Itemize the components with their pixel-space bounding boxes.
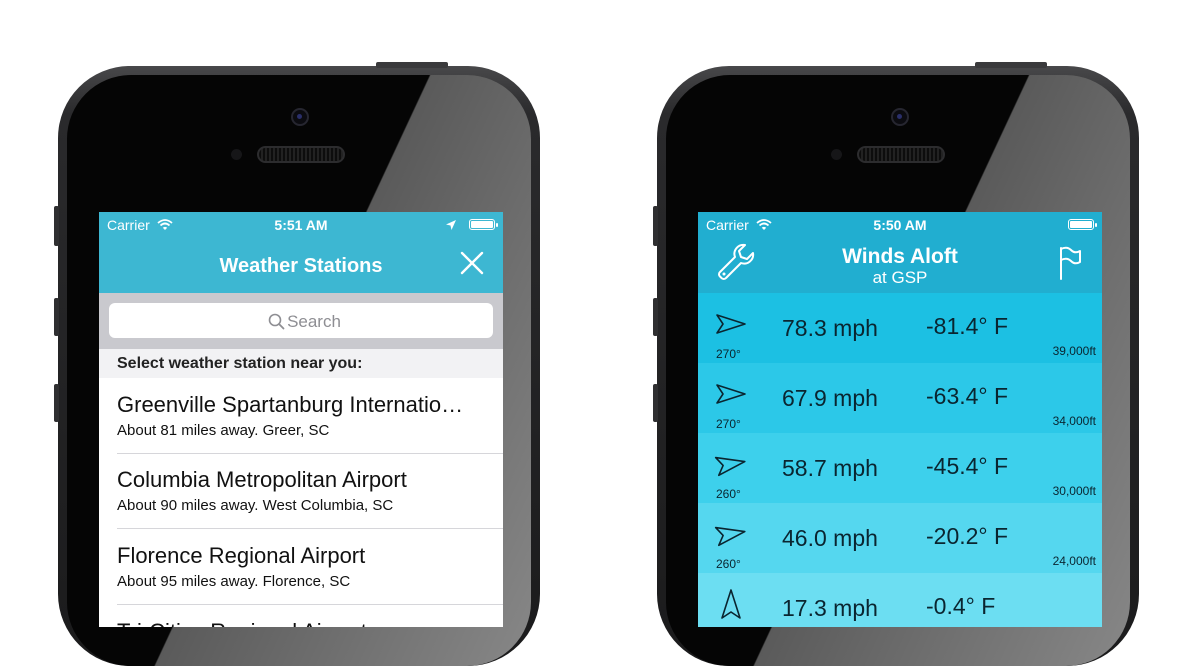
wind-row[interactable]: 260° 58.7 mph -45.4° F 30,000ft (698, 433, 1102, 503)
proximity-sensor (831, 149, 842, 160)
altitude: 24,000ft (1052, 554, 1096, 568)
station-detail: About 90 miles away. West Columbia, SC (117, 497, 394, 514)
volume-down-button (54, 384, 59, 422)
search-bar: Search (99, 293, 503, 349)
station-detail: About 95 miles away. Florence, SC (117, 573, 351, 590)
wind-row[interactable]: 270° 67.9 mph -63.4° F 34,000ft (698, 363, 1102, 433)
status-bar: Carrier 5:51 AM (99, 212, 503, 238)
page-title: Weather Stations (219, 255, 383, 277)
volume-down-button (653, 384, 658, 422)
wind-speed: 58.7 mph (782, 455, 878, 481)
search-input[interactable]: Search (109, 303, 493, 338)
wind-direction: 260° (716, 487, 741, 501)
wind-speed: 67.9 mph (782, 385, 878, 411)
search-placeholder: Search (287, 312, 341, 331)
station-row[interactable]: Columbia Metropolitan Airport About 90 m… (99, 453, 503, 529)
wind-direction: 270° (716, 347, 741, 361)
mute-switch (653, 206, 658, 246)
temperature: -63.4° F (926, 383, 1009, 409)
sleep-button (376, 62, 448, 68)
earpiece-speaker (857, 146, 945, 163)
wind-direction-arrow-icon (716, 314, 746, 334)
altitude: 34,000ft (1052, 414, 1096, 428)
status-bar: Carrier 5:50 AM (698, 212, 1102, 238)
temperature: -20.2° F (926, 523, 1009, 549)
temperature: -45.4° F (926, 453, 1009, 479)
weather-stations-screen: Carrier 5:51 AM Weather Stations Search … (99, 212, 503, 627)
station-name: Florence Regional Airport (117, 543, 366, 568)
proximity-sensor (231, 149, 242, 160)
station-name: Tri-Cities Regional Airport (117, 619, 367, 627)
wind-direction-arrow-icon (714, 456, 746, 477)
wind-direction-arrow-icon (716, 384, 746, 404)
page-title: Winds Aloft (842, 245, 958, 268)
wind-row[interactable]: 270° 78.3 mph -81.4° F 39,000ft (698, 293, 1102, 363)
station-name: Columbia Metropolitan Airport (117, 467, 407, 492)
location-arrow-icon (446, 220, 456, 230)
temperature: -81.4° F (926, 313, 1009, 339)
front-camera (291, 108, 309, 126)
winds-aloft-screen: Carrier 5:50 AM Winds Aloft at GSP 270° 7… (698, 212, 1102, 627)
wind-speed: 46.0 mph (782, 525, 878, 551)
wind-direction: 260° (716, 557, 741, 571)
sleep-button (975, 62, 1047, 68)
station-row[interactable]: Florence Regional Airport About 95 miles… (99, 529, 503, 605)
altitude: 39,000ft (1052, 344, 1096, 358)
close-icon[interactable] (459, 250, 485, 276)
flag-icon[interactable] (1058, 246, 1082, 280)
altitude: 30,000ft (1052, 484, 1096, 498)
volume-up-button (54, 298, 59, 336)
wind-speed: 17.3 mph (782, 595, 878, 621)
clock: 5:51 AM (274, 217, 328, 233)
station-detail: About 81 miles away. Greer, SC (117, 422, 330, 439)
station-row[interactable]: Greenville Spartanburg Internatio… About… (99, 378, 503, 454)
section-header-label: Select weather station near you: (117, 355, 363, 372)
volume-up-button (653, 298, 658, 336)
wind-direction: 270° (716, 417, 741, 431)
clock: 5:50 AM (873, 217, 927, 233)
battery-icon (469, 219, 498, 230)
page-subtitle: at GSP (872, 268, 928, 287)
wind-direction-arrow-icon (721, 589, 741, 619)
station-row[interactable]: Tri-Cities Regional Airport (99, 605, 503, 627)
wind-row[interactable]: 17.3 mph -0.4° F (698, 573, 1102, 627)
wind-row[interactable]: 260° 46.0 mph -20.2° F 24,000ft (698, 503, 1102, 573)
section-header: Select weather station near you: (99, 349, 503, 378)
station-name: Greenville Spartanburg Internatio… (117, 392, 464, 417)
mute-switch (54, 206, 59, 246)
temperature: -0.4° F (926, 593, 996, 619)
earpiece-speaker (257, 146, 345, 163)
battery-icon (1068, 219, 1097, 230)
wind-speed: 78.3 mph (782, 315, 878, 341)
front-camera (891, 108, 909, 126)
wind-direction-arrow-icon (714, 526, 746, 547)
